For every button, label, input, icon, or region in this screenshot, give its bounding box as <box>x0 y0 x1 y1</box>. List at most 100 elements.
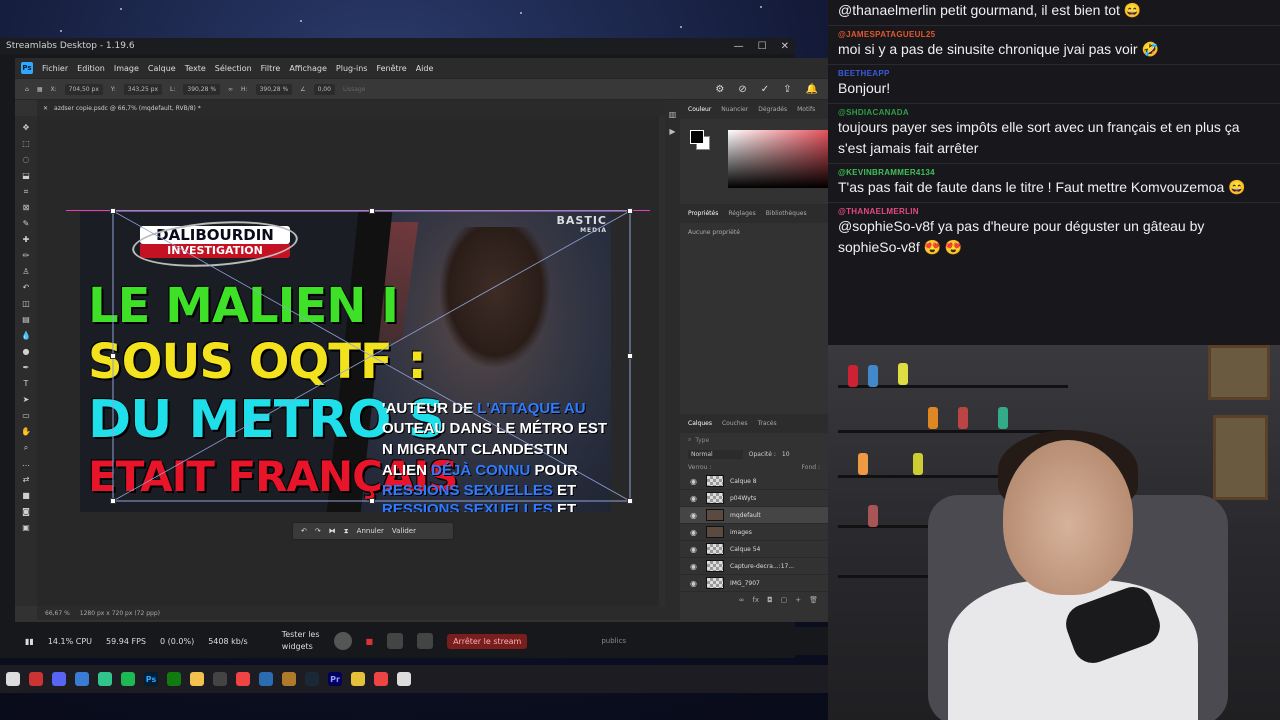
layer-filter-input[interactable]: Type <box>695 437 709 444</box>
steam-icon[interactable] <box>305 672 319 686</box>
history-panel-icon[interactable]: ▥ <box>669 110 677 119</box>
transform-handle[interactable] <box>110 353 116 359</box>
tab-bibliotheques[interactable]: Bibliothèques <box>766 210 807 217</box>
commit-transform-button[interactable]: Valider <box>392 527 416 535</box>
warp-icon[interactable]: ⧗ <box>344 527 349 536</box>
visibility-eye-icon[interactable]: ◉ <box>690 579 700 588</box>
app-icon[interactable] <box>282 672 296 686</box>
transform-handle[interactable] <box>627 498 633 504</box>
shape-tool-icon[interactable]: ▭ <box>22 410 30 422</box>
dodge-tool-icon[interactable]: ● <box>23 346 30 358</box>
more-tools-icon[interactable]: … <box>22 458 30 470</box>
menu-image[interactable]: Image <box>114 64 139 73</box>
transform-handle[interactable] <box>627 353 633 359</box>
warp-icon[interactable]: ⚙ <box>715 84 724 95</box>
app-icon[interactable] <box>397 672 411 686</box>
stats-toggle-icon[interactable]: ▮▮ <box>25 637 34 646</box>
menu-selection[interactable]: Sélection <box>215 64 252 73</box>
minimize-button[interactable]: — <box>734 41 744 52</box>
app-icon[interactable] <box>351 672 365 686</box>
layer-row[interactable]: ◉ p04Wyts <box>680 490 828 507</box>
browser-icon[interactable] <box>75 672 89 686</box>
angle-field[interactable]: 0,00 <box>313 83 335 95</box>
cancel-transform-icon[interactable]: ⊘ <box>738 84 746 95</box>
undo-icon[interactable]: ↶ <box>301 527 307 535</box>
healing-tool-icon[interactable]: ✚ <box>23 234 30 246</box>
blend-mode-select[interactable]: Normal <box>688 450 743 459</box>
visibility-eye-icon[interactable]: ◉ <box>690 528 700 537</box>
transform-handle[interactable] <box>110 208 116 214</box>
link-icon[interactable]: ∞ <box>228 86 233 93</box>
transform-handle[interactable] <box>627 208 633 214</box>
layer-row[interactable]: ◉ Calque 54 <box>680 541 828 558</box>
discord-icon[interactable] <box>52 672 66 686</box>
link-layers-icon[interactable]: ∞ <box>739 596 745 604</box>
streamlabs-icon[interactable] <box>98 672 112 686</box>
camera-icon[interactable] <box>417 633 434 649</box>
stop-stream-button[interactable]: Arrêter le stream <box>447 633 528 649</box>
redo-icon[interactable]: ↷ <box>315 527 321 535</box>
app-icon[interactable] <box>29 672 43 686</box>
gradient-tool-icon[interactable]: ▤ <box>22 314 30 326</box>
menu-aide[interactable]: Aide <box>416 64 434 73</box>
pen-tool-icon[interactable]: ✒ <box>23 362 30 374</box>
transform-handle[interactable] <box>110 498 116 504</box>
hand-tool-icon[interactable]: ✋ <box>21 426 31 438</box>
menu-edition[interactable]: Edition <box>77 64 105 73</box>
notification-icon[interactable]: 🔔 <box>806 84 818 95</box>
crop-tool-icon[interactable]: ⌗ <box>24 186 29 198</box>
object-select-tool-icon[interactable]: ⬓ <box>22 170 30 182</box>
brush-tool-icon[interactable]: ✏ <box>23 250 30 262</box>
delete-layer-icon[interactable]: 🗑 <box>809 596 818 604</box>
marquee-tool-icon[interactable]: ⬚ <box>22 138 30 150</box>
layer-row[interactable]: ◉ Capture-decra...:17... <box>680 558 828 575</box>
frame-tool-icon[interactable]: ⊠ <box>23 202 30 214</box>
lasso-tool-icon[interactable]: ◌ <box>23 154 30 166</box>
opacity-field[interactable]: 10 <box>782 451 790 458</box>
layer-row-selected[interactable]: ◉ mqdefault <box>680 507 828 524</box>
reference-point-icon[interactable]: ▦ <box>37 86 43 93</box>
new-group-icon[interactable]: ▢ <box>781 596 788 604</box>
mask-icon[interactable]: ◘ <box>767 596 773 604</box>
menu-plugins[interactable]: Plug-ins <box>336 64 368 73</box>
menu-fenetre[interactable]: Fenêtre <box>376 64 406 73</box>
tab-couches[interactable]: Couches <box>722 420 748 427</box>
foreground-color-icon[interactable]: ■ <box>22 490 30 502</box>
flip-icon[interactable]: ⧓ <box>329 527 336 535</box>
transform-handle[interactable] <box>369 208 375 214</box>
history-brush-icon[interactable]: ↶ <box>23 282 30 294</box>
menu-affichage[interactable]: Affichage <box>289 64 327 73</box>
move-tool-icon[interactable]: ✥ <box>23 122 30 134</box>
folder-icon[interactable] <box>190 672 204 686</box>
interpolation-select[interactable]: Lissage <box>343 86 365 93</box>
eyedropper-tool-icon[interactable]: ✎ <box>23 218 30 230</box>
menu-fichier[interactable]: Fichier <box>42 64 68 73</box>
test-widgets-button[interactable]: Tester les widgets <box>282 629 320 653</box>
new-layer-icon[interactable]: + <box>795 596 801 604</box>
close-tab-icon[interactable]: ✕ <box>43 105 48 112</box>
document-tab[interactable]: ✕ azdser copie.psdc @ 66,7% (mqdefault, … <box>37 100 665 116</box>
swap-colors-icon[interactable]: ⇄ <box>23 474 30 486</box>
start-icon[interactable] <box>6 672 20 686</box>
type-tool-icon[interactable]: T <box>24 378 29 390</box>
foreground-color-swatch[interactable] <box>690 130 704 144</box>
visibility-eye-icon[interactable]: ◉ <box>690 477 700 486</box>
maximize-button[interactable]: ☐ <box>758 41 767 52</box>
screen-mode-icon[interactable]: ▣ <box>22 522 30 534</box>
visibility-eye-icon[interactable]: ◉ <box>690 562 700 571</box>
xbox-icon[interactable] <box>167 672 181 686</box>
zoom-tool-icon[interactable]: ⌕ <box>24 442 28 454</box>
chrome-icon[interactable] <box>236 672 250 686</box>
photoshop-taskbar-icon[interactable]: Ps <box>144 672 158 686</box>
fx-icon[interactable]: fx <box>752 596 759 604</box>
eraser-tool-icon[interactable]: ◫ <box>22 298 30 310</box>
menu-filtre[interactable]: Filtre <box>261 64 281 73</box>
spotify-icon[interactable] <box>121 672 135 686</box>
layer-row[interactable]: ◉ images <box>680 524 828 541</box>
layer-row[interactable]: ◉ IMG_7907 <box>680 575 828 592</box>
zoom-level[interactable]: 66,67 % <box>45 610 70 617</box>
cancel-transform-button[interactable]: Annuler <box>357 527 384 535</box>
tab-proprietes[interactable]: Propriétés <box>688 210 718 217</box>
app-icon[interactable] <box>213 672 227 686</box>
home-icon[interactable]: ⌂ <box>25 86 29 93</box>
